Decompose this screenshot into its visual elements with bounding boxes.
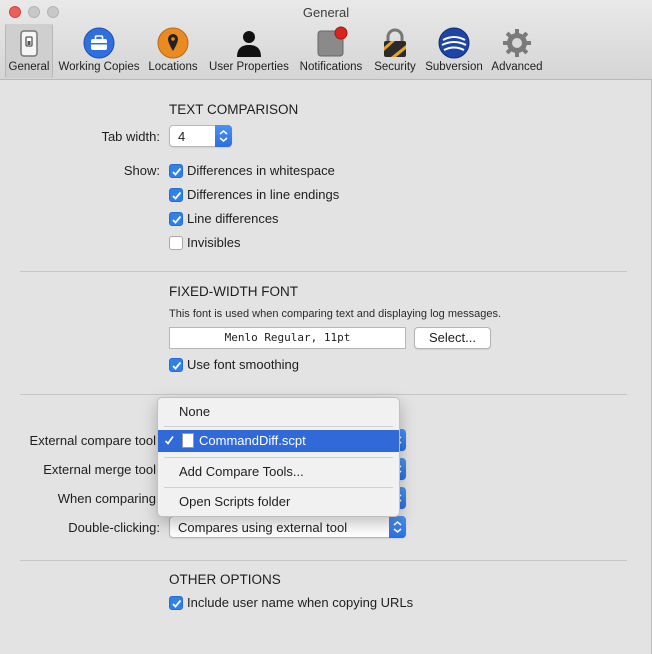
font-smoothing-checkbox[interactable]: Use font smoothing (169, 356, 349, 374)
briefcase-icon (82, 26, 116, 60)
section-divider (20, 271, 627, 272)
checkbox-checked-icon (169, 596, 183, 610)
tab-user-properties-label: User Properties (209, 61, 289, 73)
invisibles-label: Invisibles (187, 235, 241, 250)
tab-notifications-label: Notifications (299, 61, 363, 73)
line-endings-checkbox[interactable]: Differences in line endings (169, 186, 389, 204)
text-comparison-title: TEXT COMPARISON (169, 102, 299, 117)
tab-advanced-label: Advanced (491, 61, 543, 73)
menu-item-open-scripts-folder[interactable]: Open Scripts folder (158, 491, 399, 513)
show-label: Show: (123, 163, 160, 178)
tab-width-popup[interactable]: 4 (169, 125, 232, 147)
menu-item-none[interactable]: None (158, 401, 399, 423)
tab-width-label: Tab width: (101, 129, 160, 144)
whitespace-label: Differences in whitespace (187, 163, 335, 178)
window-title: General (302, 5, 350, 20)
other-options-title: OTHER OPTIONS (169, 572, 281, 587)
padlock-icon (378, 26, 412, 60)
whitespace-checkbox[interactable]: Differences in whitespace (169, 162, 389, 180)
menu-separator (164, 487, 393, 488)
tab-working-copies[interactable]: Working Copies (55, 24, 143, 78)
external-compare-label: External compare tool (29, 433, 156, 448)
tab-width-value: 4 (178, 129, 186, 144)
section-divider (20, 394, 627, 395)
line-differences-label: Line differences (187, 211, 279, 226)
external-merge-label: External merge tool (43, 462, 156, 477)
section-divider (20, 560, 627, 561)
double-clicking-value: Compares using external tool (178, 520, 348, 535)
select-font-button[interactable]: Select... (414, 327, 491, 349)
menu-item-commanddiff-label: CommandDiff.scpt (199, 433, 306, 448)
notification-badge-icon (314, 26, 348, 60)
tab-general[interactable]: General (5, 24, 53, 78)
double-clicking-popup[interactable]: Compares using external tool (169, 516, 406, 538)
menu-item-commanddiff[interactable]: CommandDiff.scpt (158, 430, 399, 452)
menu-item-none-label: None (179, 404, 211, 419)
toolbar: General General Working Copies Locations… (0, 0, 652, 80)
include-user-label: Include user name when copying URLs (187, 595, 414, 610)
script-file-icon (182, 433, 194, 448)
location-pin-icon (156, 26, 190, 60)
tab-advanced[interactable]: Advanced (488, 24, 546, 78)
tab-working-copies-label: Working Copies (58, 61, 140, 73)
menu-item-add-label: Add Compare Tools... (179, 464, 304, 479)
subversion-logo-icon (437, 26, 471, 60)
menu-separator (164, 426, 393, 427)
when-comparing-label: When comparing (57, 491, 156, 506)
gear-icon (500, 26, 534, 60)
line-endings-label: Differences in line endings (187, 187, 340, 202)
tab-security[interactable]: Security (370, 24, 420, 78)
fixed-width-font-title: FIXED-WIDTH FONT (169, 284, 298, 299)
menu-item-add-compare-tools[interactable]: Add Compare Tools... (158, 461, 399, 483)
tab-security-label: Security (374, 61, 416, 73)
general-switch-icon (12, 26, 46, 60)
checkbox-checked-icon (169, 188, 183, 202)
font-preview-field: Menlo Regular, 11pt (169, 327, 406, 349)
font-smoothing-label: Use font smoothing (187, 357, 300, 372)
checkbox-checked-icon (169, 358, 183, 372)
menu-separator (164, 457, 393, 458)
preferences-window: General General Working Copies Locations… (0, 0, 652, 654)
tab-locations[interactable]: Locations (145, 24, 201, 78)
invisibles-checkbox[interactable]: Invisibles (169, 234, 389, 252)
tab-user-properties[interactable]: User Properties (205, 24, 293, 78)
compare-tool-menu: None CommandDiff.scpt Add Compare Tools.… (157, 397, 400, 517)
user-icon (232, 26, 266, 60)
chevron-updown-icon (215, 125, 232, 147)
tab-subversion[interactable]: Subversion (422, 24, 486, 78)
tab-locations-label: Locations (148, 61, 198, 73)
chevron-updown-icon (389, 516, 406, 538)
checkbox-checked-icon (169, 212, 183, 226)
checkbox-unchecked-icon (169, 236, 183, 250)
include-user-checkbox[interactable]: Include user name when copying URLs (169, 594, 469, 612)
double-clicking-label: Double-clicking: (68, 520, 160, 535)
checkmark-icon (164, 434, 175, 449)
tab-general-label: General (8, 61, 50, 73)
font-hint-text: This font is used when comparing text an… (169, 308, 502, 320)
tab-notifications[interactable]: Notifications (296, 24, 366, 78)
line-differences-checkbox[interactable]: Line differences (169, 210, 389, 228)
menu-item-open-label: Open Scripts folder (179, 494, 291, 509)
checkbox-checked-icon (169, 164, 183, 178)
tab-subversion-label: Subversion (425, 61, 483, 73)
